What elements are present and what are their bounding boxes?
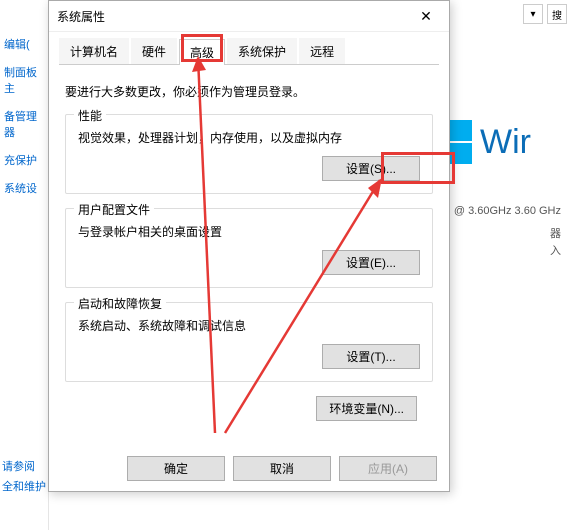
tab-system-protection[interactable]: 系统保护 [227, 38, 297, 64]
close-icon[interactable]: ✕ [411, 8, 441, 25]
sidebar-link[interactable]: 充保护 [0, 146, 48, 174]
footer-link[interactable]: 全和维护 [2, 478, 46, 494]
dialog-title: 系统属性 [57, 8, 105, 25]
footer-links: 请参阅 全和维护 [2, 454, 46, 494]
sidebar-link[interactable]: 制面板主 [0, 58, 48, 102]
user-profiles-settings-button[interactable]: 设置(E)... [322, 250, 420, 275]
sidebar-link[interactable]: 系统设 [0, 174, 48, 202]
search-button[interactable]: 搜 [547, 4, 567, 24]
footer-link[interactable]: 请参阅 [2, 458, 46, 474]
top-toolbar: ▾ 搜 [523, 4, 567, 24]
admin-note: 要进行大多数更改，你必须作为管理员登录。 [65, 83, 433, 100]
group-title: 性能 [74, 107, 106, 124]
dropdown-icon[interactable]: ▾ [523, 4, 543, 24]
ok-button[interactable]: 确定 [127, 456, 225, 481]
system-properties-dialog: 系统属性 ✕ 计算机名 硬件 高级 系统保护 远程 要进行大多数更改，你必须作为… [48, 0, 450, 492]
startup-recovery-settings-button[interactable]: 设置(T)... [322, 344, 420, 369]
startup-recovery-group: 启动和故障恢复 系统启动、系统故障和调试信息 设置(T)... [65, 302, 433, 382]
tab-remote[interactable]: 远程 [299, 38, 345, 64]
performance-group: 性能 视觉效果，处理器计划，内存使用，以及虚拟内存 设置(S)... [65, 114, 433, 194]
apply-button[interactable]: 应用(A) [339, 456, 437, 481]
bg-label: 入 [550, 242, 561, 258]
sidebar-link[interactable]: 备管理器 [0, 102, 48, 146]
sidebar-link[interactable]: 编辑( [0, 30, 48, 58]
group-title: 启动和故障恢复 [74, 295, 166, 312]
tab-hardware[interactable]: 硬件 [131, 38, 177, 64]
tab-content: 要进行大多数更改，你必须作为管理员登录。 性能 视觉效果，处理器计划，内存使用，… [49, 65, 449, 433]
group-text: 视觉效果，处理器计划，内存使用，以及虚拟内存 [78, 129, 420, 146]
cancel-button[interactable]: 取消 [233, 456, 331, 481]
environment-variables-button[interactable]: 环境变量(N)... [316, 396, 417, 421]
group-text: 系统启动、系统故障和调试信息 [78, 317, 420, 334]
tab-advanced[interactable]: 高级 [179, 39, 225, 65]
dialog-buttons: 确定 取消 应用(A) [127, 456, 437, 481]
performance-settings-button[interactable]: 设置(S)... [322, 156, 420, 181]
windows-text: Wir [480, 123, 531, 162]
tabs: 计算机名 硬件 高级 系统保护 远程 [59, 38, 439, 65]
control-panel-sidebar: 编辑( 制面板主 备管理器 充保护 系统设 [0, 0, 49, 530]
group-text: 与登录帐户相关的桌面设置 [78, 223, 420, 240]
tab-computer-name[interactable]: 计算机名 [59, 38, 129, 64]
user-profiles-group: 用户配置文件 与登录帐户相关的桌面设置 设置(E)... [65, 208, 433, 288]
titlebar: 系统属性 ✕ [49, 1, 449, 32]
cpu-info: @ 3.60GHz 3.60 GHz [454, 205, 561, 217]
bg-label: 器 [550, 225, 561, 241]
group-title: 用户配置文件 [74, 201, 154, 218]
